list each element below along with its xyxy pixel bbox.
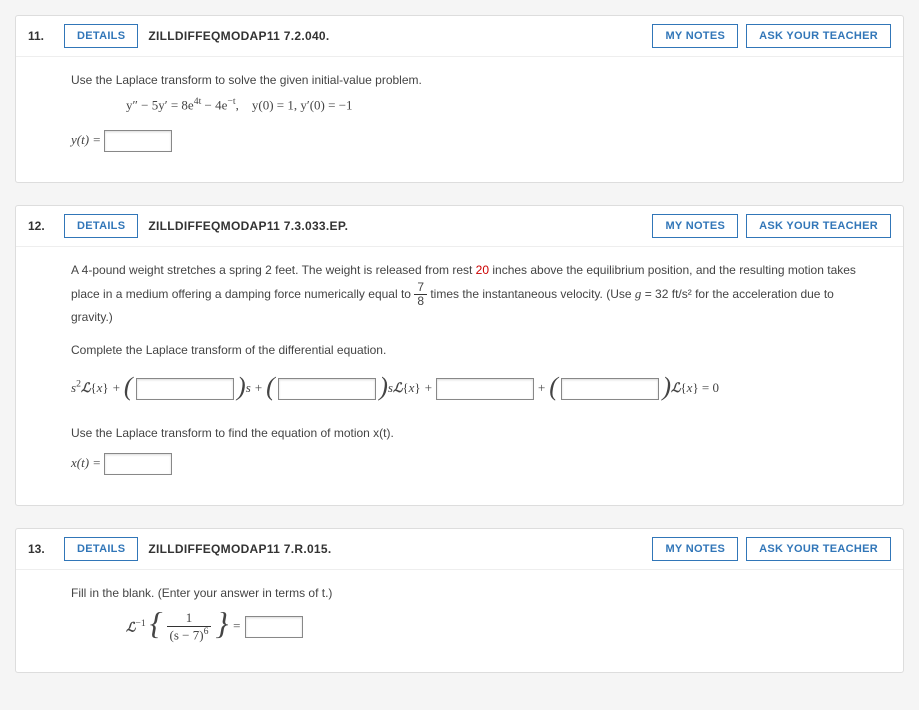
answer-label: y(t) = — [71, 132, 101, 147]
question-body: Fill in the blank. (Enter your answer in… — [16, 569, 903, 672]
blank-4-input[interactable] — [561, 378, 659, 400]
laplace-equation-row: s2ℒ{x} + ( )s + ( )sℒ{x} + + ( )ℒ{x} = 0 — [71, 368, 863, 410]
ask-teacher-button[interactable]: ASK YOUR TEACHER — [746, 24, 891, 48]
answer-label: x(t) = — [71, 455, 101, 470]
question-header: 11. DETAILS ZILLDIFFEQMODAP11 7.2.040. M… — [16, 16, 903, 56]
my-notes-button[interactable]: MY NOTES — [652, 537, 738, 561]
prompt-2: Complete the Laplace transform of the di… — [71, 341, 863, 360]
prompt-3: Use the Laplace transform to find the eq… — [71, 424, 863, 443]
my-notes-button[interactable]: MY NOTES — [652, 214, 738, 238]
source-id: ZILLDIFFEQMODAP11 7.R.015. — [148, 542, 331, 556]
prompt-text: Fill in the blank. (Enter your answer in… — [71, 584, 863, 603]
source-id: ZILLDIFFEQMODAP11 7.3.033.EP. — [148, 219, 348, 233]
equation-display: y″ − 5y′ = 8e4t − 4e−t, y(0) = 1, y′(0) … — [126, 94, 863, 116]
blank-2-input[interactable] — [278, 378, 376, 400]
question-body: Use the Laplace transform to solve the g… — [16, 56, 903, 182]
answer-row: y(t) = — [71, 130, 863, 152]
question-header: 13. DETAILS ZILLDIFFEQMODAP11 7.R.015. M… — [16, 529, 903, 569]
answer-input-y[interactable] — [104, 130, 172, 152]
blank-3-input[interactable] — [436, 378, 534, 400]
header-left: 13. DETAILS ZILLDIFFEQMODAP11 7.R.015. — [28, 537, 332, 561]
details-button[interactable]: DETAILS — [64, 24, 138, 48]
question-header: 12. DETAILS ZILLDIFFEQMODAP11 7.3.033.EP… — [16, 206, 903, 246]
question-13: 13. DETAILS ZILLDIFFEQMODAP11 7.R.015. M… — [15, 528, 904, 673]
question-body: A 4-pound weight stretches a spring 2 fe… — [16, 246, 903, 505]
header-left: 11. DETAILS ZILLDIFFEQMODAP11 7.2.040. — [28, 24, 330, 48]
header-right: MY NOTES ASK YOUR TEACHER — [652, 537, 891, 561]
blank-1-input[interactable] — [136, 378, 234, 400]
answer-row: x(t) = — [71, 453, 863, 475]
header-right: MY NOTES ASK YOUR TEACHER — [652, 24, 891, 48]
answer-input-x[interactable] — [104, 453, 172, 475]
header-left: 12. DETAILS ZILLDIFFEQMODAP11 7.3.033.EP… — [28, 214, 348, 238]
my-notes-button[interactable]: MY NOTES — [652, 24, 738, 48]
highlighted-value: 20 — [476, 263, 489, 277]
source-id: ZILLDIFFEQMODAP11 7.2.040. — [148, 29, 329, 43]
question-11: 11. DETAILS ZILLDIFFEQMODAP11 7.2.040. M… — [15, 15, 904, 183]
header-right: MY NOTES ASK YOUR TEACHER — [652, 214, 891, 238]
ask-teacher-button[interactable]: ASK YOUR TEACHER — [746, 537, 891, 561]
problem-text: A 4-pound weight stretches a spring 2 fe… — [71, 261, 863, 327]
ask-teacher-button[interactable]: ASK YOUR TEACHER — [746, 214, 891, 238]
answer-input[interactable] — [245, 616, 303, 638]
question-12: 12. DETAILS ZILLDIFFEQMODAP11 7.3.033.EP… — [15, 205, 904, 506]
question-number: 13. — [28, 542, 54, 556]
details-button[interactable]: DETAILS — [64, 214, 138, 238]
prompt-text: Use the Laplace transform to solve the g… — [71, 71, 863, 90]
question-number: 12. — [28, 219, 54, 233]
question-number: 11. — [28, 29, 54, 43]
details-button[interactable]: DETAILS — [64, 537, 138, 561]
